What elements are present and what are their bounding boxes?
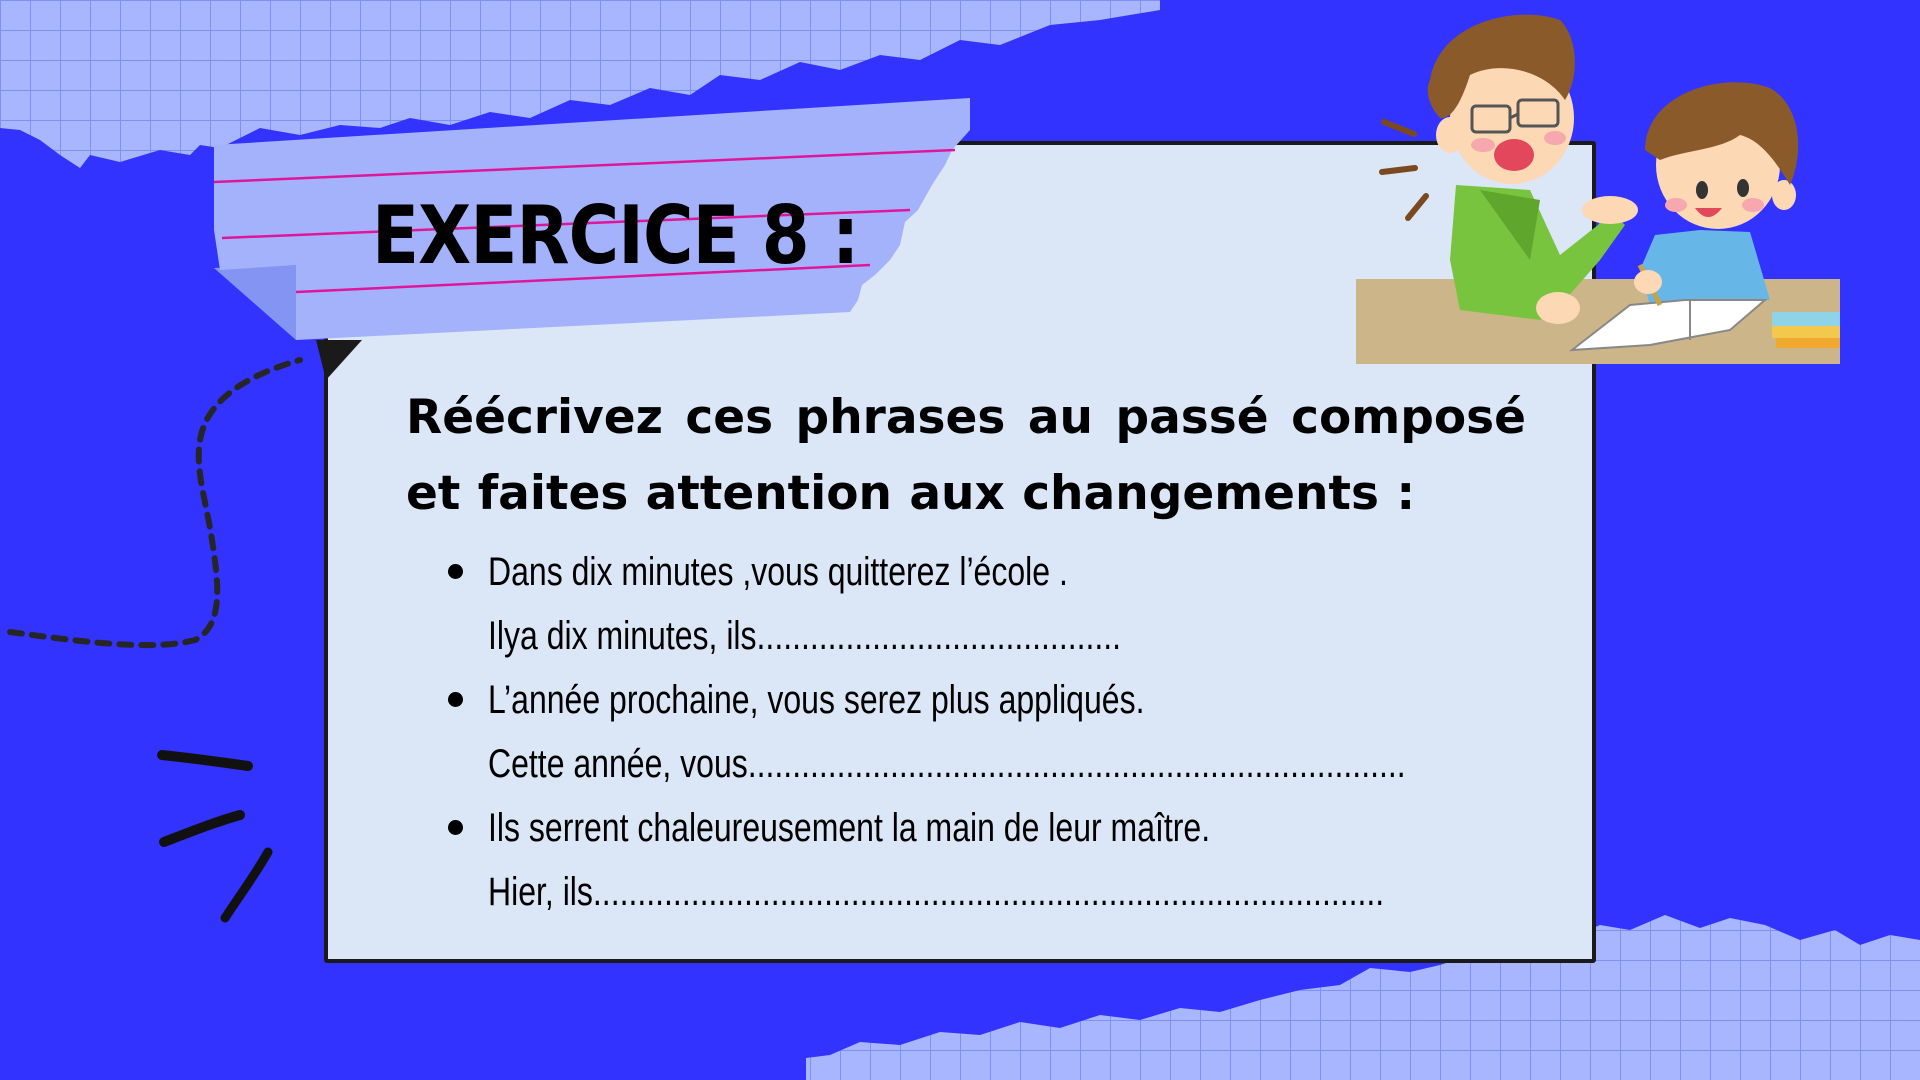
- bullet-icon: [448, 564, 463, 579]
- bullet-icon: [448, 820, 463, 835]
- exercise-instruction: Réécrivez ces phrases au passé composé e…: [406, 390, 1526, 521]
- bullet-icon: [448, 692, 463, 707]
- answer-prompt: Ilya dix minutes, ils...................…: [488, 614, 1122, 658]
- list-item: L’année prochaine, vous serez plus appli…: [448, 668, 1635, 796]
- exercise-title: EXERCICE 8 :: [372, 189, 859, 282]
- exercise-sentence: Ils serrent chaleureusement la main de l…: [488, 806, 1211, 850]
- answer-prompt: Hier, ils...............................…: [488, 870, 1385, 914]
- exercise-sentence: Dans dix minutes ,vous quitterez l’école…: [488, 550, 1068, 594]
- answer-prompt: Cette année, vous.......................…: [488, 742, 1406, 786]
- list-item: Dans dix minutes ,vous quitterez l’école…: [448, 540, 1635, 668]
- list-item: Ils serrent chaleureusement la main de l…: [448, 796, 1635, 924]
- exercise-list: Dans dix minutes ,vous quitterez l’école…: [448, 540, 1635, 924]
- exercise-sentence: L’année prochaine, vous serez plus appli…: [488, 678, 1145, 722]
